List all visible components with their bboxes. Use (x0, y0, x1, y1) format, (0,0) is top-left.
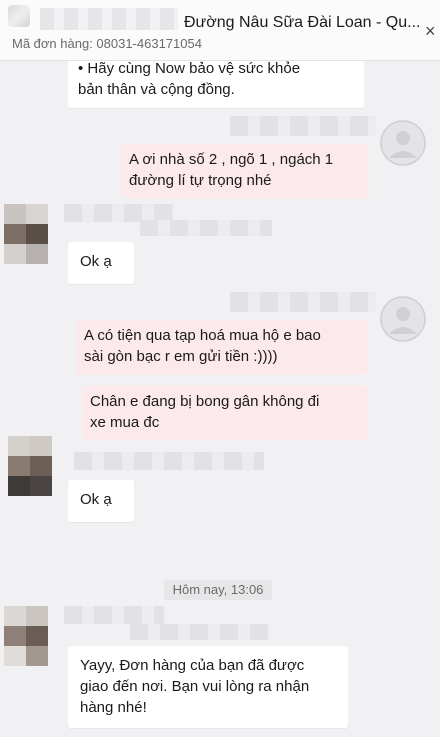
message-line: xe mua đc (90, 414, 160, 431)
blurred-sender-name (130, 624, 268, 640)
message-line: A có tiện qua tạp hoá mua hộ e bao (84, 327, 321, 344)
blurred-sender-name (74, 452, 264, 470)
message-bubble-outgoing: Chân e đang bị bong gân không đi xe mua … (82, 386, 368, 440)
message-line: hàng nhé! (80, 699, 147, 716)
message-line: A ơi nhà số 2 , ngõ 1 , ngách 1 (129, 151, 334, 168)
message-line: sài gòn bạc r em gửi tiền :)))) (84, 348, 278, 365)
person-icon (380, 296, 426, 342)
message-line: giao đến nơi. Bạn vui lòng ra nhận (80, 678, 310, 695)
message-bubble-incoming: Ok ạ (68, 480, 134, 522)
user-avatar (380, 296, 426, 342)
message-line: Chân e đang bị bong gân không đi (90, 393, 320, 410)
timestamp-divider: Hôm nay, 13:06 (164, 580, 272, 600)
person-icon (380, 120, 426, 166)
store-avatar (8, 5, 30, 27)
driver-avatar (8, 436, 52, 496)
order-number: Mã đơn hàng: 08031-463171054 (12, 36, 202, 51)
message-bubble-incoming: Yayy, Đơn hàng của bạn đã được giao đến … (68, 646, 348, 728)
message-bubble-outgoing: A ơi nhà số 2 , ngõ 1 , ngách 1 đường lí… (121, 144, 369, 198)
driver-avatar (4, 606, 48, 666)
message-text: Ok ạ (80, 491, 112, 508)
message-text: Ok ạ (80, 253, 112, 270)
message-line: Yayy, Đơn hàng của bạn đã được (80, 657, 305, 674)
message-line: bản thân và cộng đồng. (78, 81, 235, 98)
chat-title: Đường Nâu Sữa Đài Loan - Qu... (184, 14, 421, 31)
blurred-sender-name (64, 606, 164, 624)
driver-avatar (4, 204, 48, 264)
blurred-sender-name (230, 116, 376, 136)
message-bubble-incoming: Ok ạ (68, 242, 134, 284)
blurred-sender-name (230, 292, 376, 312)
chat-header: Đường Nâu Sữa Đài Loan - Qu... × Mã đơn … (0, 0, 440, 61)
message-line: đường lí tự trọng nhé (129, 172, 272, 189)
message-bubble-outgoing: A có tiện qua tạp hoá mua hộ e bao sài g… (76, 320, 368, 374)
message-line: • Hãy cùng Now bảo vệ sức khỏe (78, 60, 301, 77)
user-avatar (380, 120, 426, 166)
blurred-sender-name (140, 220, 272, 236)
close-icon[interactable]: × (425, 22, 436, 40)
blurred-name (40, 8, 178, 30)
